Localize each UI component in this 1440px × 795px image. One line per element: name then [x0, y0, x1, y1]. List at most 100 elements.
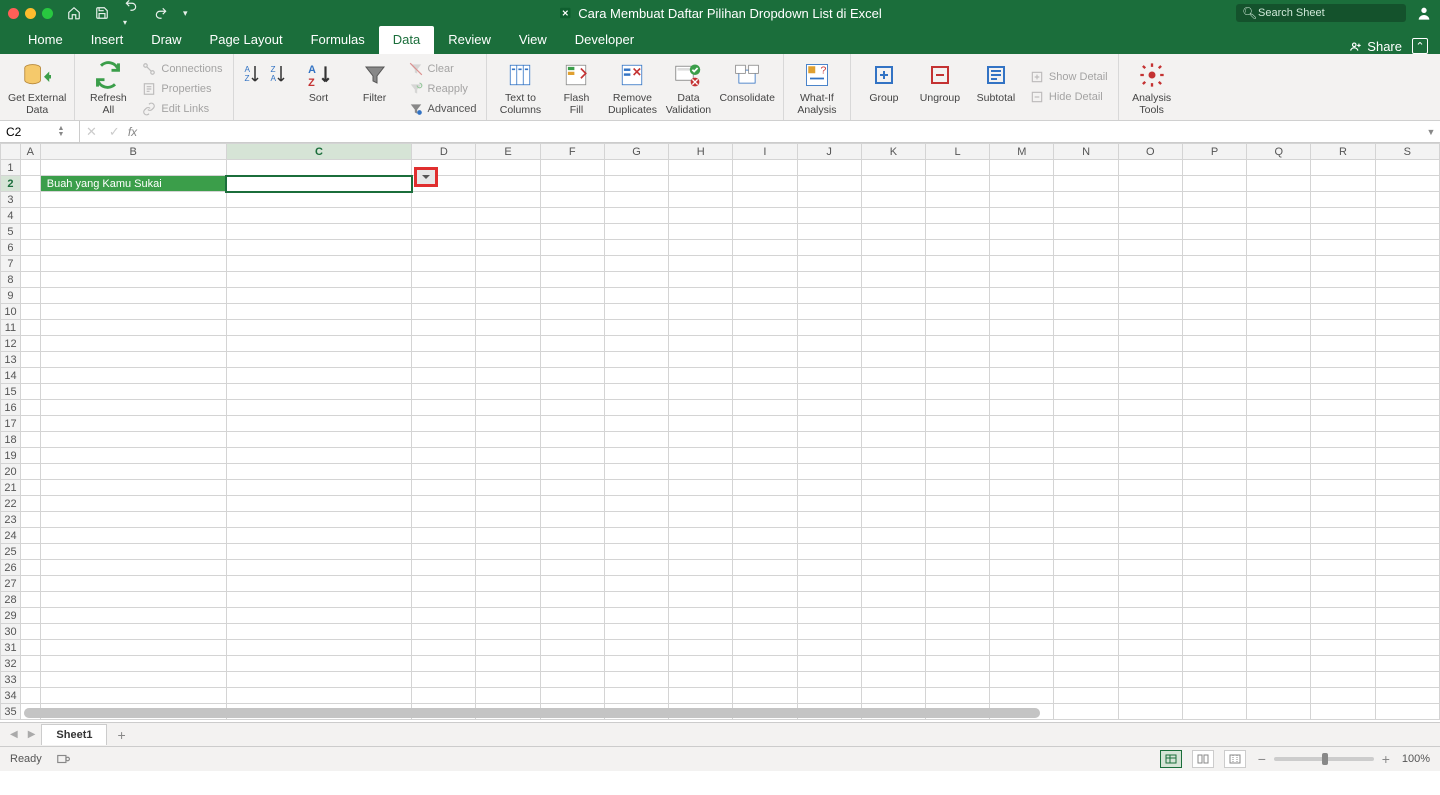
column-header-K[interactable]: K — [861, 144, 925, 160]
row-header-4[interactable]: 4 — [1, 208, 21, 224]
cell-N14[interactable] — [1054, 368, 1118, 384]
cell-H10[interactable] — [669, 304, 733, 320]
cell-F22[interactable] — [540, 496, 604, 512]
zoom-out-button[interactable]: − — [1256, 751, 1268, 767]
cell-K11[interactable] — [861, 320, 925, 336]
cell-G9[interactable] — [604, 288, 668, 304]
connections-button[interactable]: Connections — [139, 60, 224, 78]
cell-L31[interactable] — [925, 640, 989, 656]
cell-R6[interactable] — [1311, 240, 1375, 256]
cell-D9[interactable] — [412, 288, 476, 304]
cell-A26[interactable] — [20, 560, 40, 576]
cell-Q27[interactable] — [1247, 576, 1311, 592]
cell-L28[interactable] — [925, 592, 989, 608]
cell-A3[interactable] — [20, 192, 40, 208]
cell-N17[interactable] — [1054, 416, 1118, 432]
cell-J5[interactable] — [797, 224, 861, 240]
cell-L27[interactable] — [925, 576, 989, 592]
cell-F10[interactable] — [540, 304, 604, 320]
cell-J6[interactable] — [797, 240, 861, 256]
column-header-I[interactable]: I — [733, 144, 797, 160]
cell-Q9[interactable] — [1247, 288, 1311, 304]
tab-draw[interactable]: Draw — [137, 26, 195, 54]
cell-Q13[interactable] — [1247, 352, 1311, 368]
cell-A30[interactable] — [20, 624, 40, 640]
cell-A28[interactable] — [20, 592, 40, 608]
cell-K6[interactable] — [861, 240, 925, 256]
cell-B9[interactable] — [40, 288, 226, 304]
cell-N27[interactable] — [1054, 576, 1118, 592]
cell-E28[interactable] — [476, 592, 540, 608]
cell-B33[interactable] — [40, 672, 226, 688]
cell-I6[interactable] — [733, 240, 797, 256]
cell-N25[interactable] — [1054, 544, 1118, 560]
cell-P12[interactable] — [1182, 336, 1246, 352]
cell-L25[interactable] — [925, 544, 989, 560]
row-header-2[interactable]: 2 — [1, 176, 21, 192]
row-header-28[interactable]: 28 — [1, 592, 21, 608]
cell-C4[interactable] — [226, 208, 412, 224]
cell-M29[interactable] — [990, 608, 1054, 624]
cell-E5[interactable] — [476, 224, 540, 240]
cell-F29[interactable] — [540, 608, 604, 624]
fx-icon[interactable]: fx — [126, 125, 139, 139]
cell-N29[interactable] — [1054, 608, 1118, 624]
cell-G14[interactable] — [604, 368, 668, 384]
cell-F17[interactable] — [540, 416, 604, 432]
cell-K24[interactable] — [861, 528, 925, 544]
cell-H9[interactable] — [669, 288, 733, 304]
cell-O28[interactable] — [1118, 592, 1182, 608]
cell-P27[interactable] — [1182, 576, 1246, 592]
cell-F23[interactable] — [540, 512, 604, 528]
cell-D30[interactable] — [412, 624, 476, 640]
cell-L5[interactable] — [925, 224, 989, 240]
cell-C1[interactable] — [226, 160, 412, 176]
cell-S26[interactable] — [1375, 560, 1439, 576]
cell-N10[interactable] — [1054, 304, 1118, 320]
column-header-Q[interactable]: Q — [1247, 144, 1311, 160]
sheet-nav-prev[interactable]: ◀ — [6, 729, 22, 740]
cell-A8[interactable] — [20, 272, 40, 288]
cell-D11[interactable] — [412, 320, 476, 336]
view-page-break-button[interactable] — [1224, 750, 1246, 768]
cell-R15[interactable] — [1311, 384, 1375, 400]
cell-E22[interactable] — [476, 496, 540, 512]
cell-G17[interactable] — [604, 416, 668, 432]
cell-G16[interactable] — [604, 400, 668, 416]
cell-D19[interactable] — [412, 448, 476, 464]
cell-Q31[interactable] — [1247, 640, 1311, 656]
cell-P15[interactable] — [1182, 384, 1246, 400]
cell-F24[interactable] — [540, 528, 604, 544]
cell-O8[interactable] — [1118, 272, 1182, 288]
cell-F26[interactable] — [540, 560, 604, 576]
name-box[interactable]: ▲▼ — [0, 121, 80, 142]
cell-S14[interactable] — [1375, 368, 1439, 384]
cell-R17[interactable] — [1311, 416, 1375, 432]
row-header-31[interactable]: 31 — [1, 640, 21, 656]
cell-N12[interactable] — [1054, 336, 1118, 352]
cell-E10[interactable] — [476, 304, 540, 320]
cell-L2[interactable] — [925, 176, 989, 192]
cell-J33[interactable] — [797, 672, 861, 688]
cell-E9[interactable] — [476, 288, 540, 304]
cell-K10[interactable] — [861, 304, 925, 320]
cell-I16[interactable] — [733, 400, 797, 416]
cell-P20[interactable] — [1182, 464, 1246, 480]
cell-J13[interactable] — [797, 352, 861, 368]
zoom-in-button[interactable]: + — [1380, 751, 1392, 767]
cell-H30[interactable] — [669, 624, 733, 640]
cell-B11[interactable] — [40, 320, 226, 336]
cell-F20[interactable] — [540, 464, 604, 480]
cell-S20[interactable] — [1375, 464, 1439, 480]
cell-L10[interactable] — [925, 304, 989, 320]
cell-L34[interactable] — [925, 688, 989, 704]
cell-A20[interactable] — [20, 464, 40, 480]
cell-N31[interactable] — [1054, 640, 1118, 656]
cell-B16[interactable] — [40, 400, 226, 416]
cell-L20[interactable] — [925, 464, 989, 480]
cell-N8[interactable] — [1054, 272, 1118, 288]
cell-C26[interactable] — [226, 560, 412, 576]
cell-F34[interactable] — [540, 688, 604, 704]
cell-J15[interactable] — [797, 384, 861, 400]
cell-P22[interactable] — [1182, 496, 1246, 512]
